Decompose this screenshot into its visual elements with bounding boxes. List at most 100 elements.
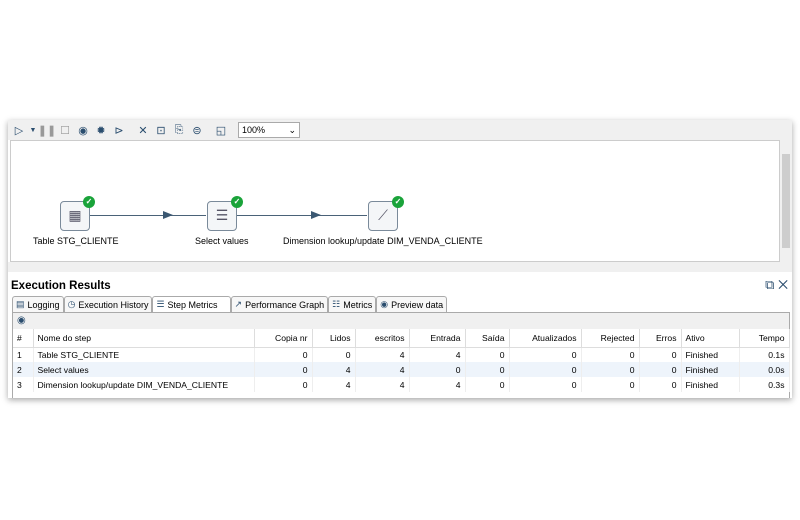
- step-metrics-panel: ◉ # Nome do step Copia nr Lidos escritos Entr…: [12, 312, 790, 398]
- table-cell: 2: [13, 362, 34, 377]
- run-icon[interactable]: ▷: [12, 123, 26, 137]
- column-header[interactable]: Lidos: [312, 329, 356, 348]
- table-cell: 0: [312, 347, 356, 362]
- close-icon[interactable]: ✕: [778, 277, 788, 292]
- eye-icon: ◉: [380, 299, 389, 309]
- step-label: Select values: [195, 236, 249, 246]
- hop[interactable]: [237, 215, 367, 216]
- replay-icon[interactable]: ⊳: [112, 123, 126, 137]
- column-header[interactable]: Tempo: [739, 329, 790, 348]
- table-cell: 0: [465, 347, 510, 362]
- log-icon: ▤: [16, 299, 25, 309]
- sql-icon[interactable]: ⎘: [172, 123, 186, 137]
- table-cell: 0.3s: [739, 377, 790, 392]
- vertical-scrollbar[interactable]: [780, 140, 792, 262]
- table-cell: 0: [509, 377, 582, 392]
- tab-step-metrics[interactable]: ☰ Step Metrics: [152, 296, 231, 312]
- eye-icon[interactable]: ◉: [17, 315, 26, 326]
- table-cell: Finished: [681, 347, 740, 362]
- table-cell: 0: [465, 377, 510, 392]
- table-cell: 0: [509, 362, 582, 377]
- table-cell: 0: [254, 377, 313, 392]
- verify-icon[interactable]: ✕: [136, 123, 150, 137]
- table-cell: 0: [639, 377, 682, 392]
- step-label: Dimension lookup/update DIM_VENDA_CLIENT…: [283, 236, 483, 246]
- scrollbar-thumb[interactable]: [782, 154, 790, 248]
- explore-db-icon[interactable]: ⊜: [190, 123, 204, 137]
- tab-preview-data[interactable]: ◉ Preview data: [376, 296, 448, 312]
- step-metrics-table: # Nome do step Copia nr Lidos escritos Entrad…: [13, 329, 790, 392]
- column-header[interactable]: Saída: [465, 329, 510, 348]
- dropdown-icon[interactable]: ▼: [30, 123, 37, 137]
- table-row[interactable]: 2 Select values 0 4 4 0 0 0 0 0 Finished 0.0s: [13, 362, 790, 377]
- table-cell: 4: [355, 362, 410, 377]
- chevron-down-icon: ⌄: [288, 125, 296, 135]
- column-header[interactable]: Copia nr: [254, 329, 313, 348]
- column-header[interactable]: Erros: [639, 329, 682, 348]
- column-header[interactable]: escritos: [355, 329, 410, 348]
- table-cell: 0: [254, 362, 313, 377]
- table-cell: 0: [409, 362, 466, 377]
- pause-icon[interactable]: ❚❚: [38, 123, 56, 137]
- table-cell: 1: [13, 347, 34, 362]
- table-cell: 4: [355, 377, 410, 392]
- table-cell: 4: [312, 362, 356, 377]
- tab-execution-history[interactable]: ◷ Execution History: [63, 296, 153, 312]
- history-icon: ◷: [67, 299, 76, 309]
- stop-icon[interactable]: ☐: [58, 123, 72, 137]
- table-cell: 0: [581, 347, 640, 362]
- step-label: Table STG_CLIENTE: [33, 236, 119, 246]
- splitter[interactable]: [8, 262, 792, 272]
- tab-logging[interactable]: ▤ Logging: [12, 296, 64, 312]
- table-cell: 4: [355, 347, 410, 362]
- column-header[interactable]: Atualizados: [509, 329, 582, 348]
- success-check-icon: ✓: [392, 196, 404, 208]
- tab-metrics[interactable]: ☷ Metrics: [328, 296, 377, 312]
- transformation-canvas[interactable]: ▦ ✓ Table STG_CLIENTE ☰ ✓ Select values …: [10, 140, 780, 262]
- table-cell: 3: [13, 377, 34, 392]
- transformation-window: ▷ ▼ ❚❚ ☐ ◉ ✹ ⊳ ✕ ⊡ ⎘ ⊜ ◱ 100% ⌄ ▦ ✓ Table…: [8, 120, 792, 398]
- table-cell: 0: [465, 362, 510, 377]
- hop-arrow-icon: [311, 211, 321, 219]
- table-cell: Dimension lookup/update DIM_VENDA_CLIENT…: [33, 377, 255, 392]
- hop[interactable]: [90, 215, 206, 216]
- panel-title: Execution Results: [11, 280, 111, 292]
- table-cell: 0.1s: [739, 347, 790, 362]
- graph-icon: ↗: [234, 299, 243, 309]
- impact-icon[interactable]: ⊡: [154, 123, 168, 137]
- table-cell: 4: [409, 347, 466, 362]
- table-cell: Finished: [681, 362, 740, 377]
- metrics-list-icon: ☰: [156, 299, 165, 309]
- table-cell: Finished: [681, 377, 740, 392]
- table-cell: 0: [639, 347, 682, 362]
- table-cell: 0: [581, 362, 640, 377]
- table-row[interactable]: 1 Table STG_CLIENTE 0 0 4 4 0 0 0 0 Finished 0.1s: [13, 347, 790, 362]
- column-header[interactable]: Ativo: [681, 329, 740, 348]
- table-cell: Select values: [33, 362, 255, 377]
- zoom-select[interactable]: 100% ⌄: [238, 122, 300, 138]
- maximize-icon[interactable]: ⧉: [765, 277, 774, 292]
- column-header[interactable]: Entrada: [409, 329, 466, 348]
- toolbar: ▷ ▼ ❚❚ ☐ ◉ ✹ ⊳ ✕ ⊡ ⎘ ⊜ ◱ 100% ⌄: [8, 120, 792, 140]
- hop-arrow-icon: [163, 211, 173, 219]
- success-check-icon: ✓: [83, 196, 95, 208]
- success-check-icon: ✓: [231, 196, 243, 208]
- grid-icon[interactable]: ◱: [214, 123, 228, 137]
- tab-performance-graph[interactable]: ↗ Performance Graph: [230, 296, 329, 312]
- table-cell: 4: [312, 377, 356, 392]
- table-row[interactable]: 3 Dimension lookup/update DIM_VENDA_CLIEN…: [13, 377, 790, 392]
- debug-icon[interactable]: ✹: [94, 123, 108, 137]
- table-cell: 0: [639, 362, 682, 377]
- preview-icon[interactable]: ◉: [76, 123, 90, 137]
- table-cell: 0: [581, 377, 640, 392]
- column-header[interactable]: #: [13, 329, 34, 348]
- table-cell: 0.0s: [739, 362, 790, 377]
- metrics-icon: ☷: [332, 299, 341, 309]
- column-header[interactable]: Rejected: [581, 329, 640, 348]
- table-cell: Table STG_CLIENTE: [33, 347, 255, 362]
- table-cell: 0: [509, 347, 582, 362]
- table-cell: 0: [254, 347, 313, 362]
- table-cell: 4: [409, 377, 466, 392]
- column-header[interactable]: Nome do step: [33, 329, 255, 348]
- results-tabs: ▤ Logging ◷ Execution History ☰ Step Metric…: [12, 296, 448, 312]
